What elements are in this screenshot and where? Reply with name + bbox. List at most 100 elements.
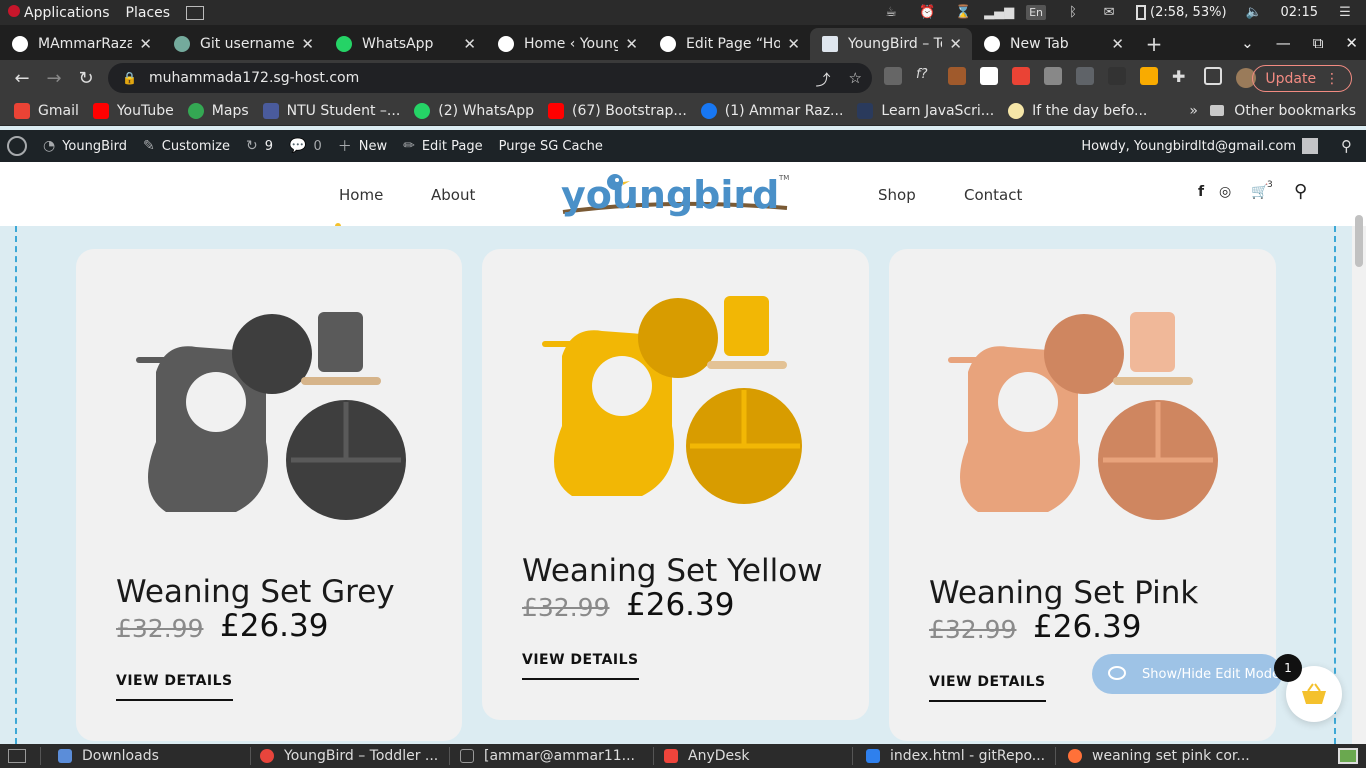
close-icon[interactable]: ✕ xyxy=(1111,35,1124,53)
tab-github[interactable]: MAmmarRaza/ ✕ xyxy=(0,28,162,60)
close-icon[interactable]: ✕ xyxy=(463,35,476,53)
user-menu-icon[interactable]: ☰ xyxy=(1336,5,1354,21)
task-terminal[interactable]: [ammar@ammar11... xyxy=(460,744,650,768)
window-close-icon[interactable]: ✕ xyxy=(1345,34,1358,52)
tab-git-username[interactable]: Git username/ ✕ xyxy=(162,28,324,60)
bookmarks-more-button[interactable]: » xyxy=(1189,103,1198,119)
wp-site-link[interactable]: ◔ YoungBird xyxy=(43,138,127,154)
language-indicator[interactable]: En xyxy=(1026,5,1047,20)
product-title[interactable]: Weaning Set Grey xyxy=(116,574,395,610)
wp-account-menu[interactable]: Howdy, Youngbirdltd@gmail.com xyxy=(1081,138,1318,154)
maximize-icon[interactable]: ⧉ xyxy=(1313,34,1324,52)
youngbird-logo[interactable]: youngbird TM xyxy=(557,168,793,222)
scrollbar-thumb[interactable] xyxy=(1355,215,1363,267)
bookmark-youtube[interactable]: YouTube xyxy=(92,102,174,119)
tab-new-tab[interactable]: New Tab ✕ xyxy=(972,28,1134,60)
close-icon[interactable]: ✕ xyxy=(625,35,638,53)
bluetooth-icon[interactable]: ᛒ xyxy=(1064,5,1082,21)
view-details-button[interactable]: VIEW DETAILS xyxy=(522,652,639,680)
other-bookmarks[interactable]: Other bookmarks xyxy=(1210,103,1356,119)
new-tab-button[interactable]: + xyxy=(1134,28,1174,60)
product-image-grey[interactable] xyxy=(126,302,416,524)
tab-search-icon[interactable]: ⌄ xyxy=(1241,34,1254,52)
bookmark-gmail[interactable]: Gmail xyxy=(14,102,79,119)
edit-mode-toggle[interactable]: Show/Hide Edit Mode xyxy=(1092,654,1282,694)
bookmark-maps[interactable]: Maps xyxy=(187,102,249,119)
extension-icon[interactable] xyxy=(948,67,966,85)
view-details-button[interactable]: VIEW DETAILS xyxy=(116,673,233,701)
facebook-icon[interactable]: f xyxy=(1198,184,1204,200)
volume-icon[interactable]: 🔈 xyxy=(1245,5,1263,21)
nav-shop[interactable]: Shop xyxy=(878,186,916,204)
tab-whatsapp[interactable]: WhatsApp ✕ xyxy=(324,28,486,60)
task-chrome[interactable]: YoungBird – Toddler ... xyxy=(260,744,446,768)
extension-icon[interactable] xyxy=(1076,67,1094,85)
timer-icon[interactable]: ⌛ xyxy=(954,5,972,21)
nav-contact[interactable]: Contact xyxy=(964,186,1022,204)
bookmark-if-the-day[interactable]: If the day befo... xyxy=(1008,102,1147,119)
task-firefox[interactable]: weaning set pink cor... xyxy=(1068,744,1258,768)
wp-customize-link[interactable]: ✎ Customize xyxy=(143,138,230,154)
sidepanel-icon[interactable] xyxy=(1204,67,1222,85)
extension-icon[interactable] xyxy=(980,67,998,85)
nav-about[interactable]: About xyxy=(431,186,475,204)
tab-home-young[interactable]: Home ‹ Young ✕ xyxy=(486,28,648,60)
task-anydesk[interactable]: AnyDesk xyxy=(664,744,850,768)
show-desktop-icon[interactable] xyxy=(8,749,26,763)
workspace-switcher-icon[interactable] xyxy=(1338,748,1358,764)
product-image-pink[interactable] xyxy=(938,302,1228,524)
bookmark-ntu[interactable]: NTU Student –... xyxy=(262,102,400,119)
product-title[interactable]: Weaning Set Yellow xyxy=(522,553,823,589)
battery-status[interactable]: (2:58, 53%) xyxy=(1136,5,1227,20)
nav-home[interactable]: Home xyxy=(339,186,383,204)
extension-icon[interactable] xyxy=(1108,67,1126,85)
extension-icon[interactable] xyxy=(1140,67,1158,85)
lock-icon[interactable]: 🔒 xyxy=(122,71,137,85)
cart-icon[interactable]: 🛒 xyxy=(1251,184,1268,200)
close-icon[interactable]: ✕ xyxy=(787,35,800,53)
extension-icon[interactable]: f? xyxy=(916,67,934,85)
scrollbar-track[interactable] xyxy=(1352,226,1366,744)
bookmark-whatsapp[interactable]: (2) WhatsApp xyxy=(414,102,534,119)
forward-icon[interactable]: → xyxy=(38,68,70,89)
extension-icon[interactable] xyxy=(1012,67,1030,85)
search-icon[interactable]: ⚲ xyxy=(1341,137,1352,155)
minimize-icon[interactable]: — xyxy=(1276,34,1291,52)
clock[interactable]: 02:15 xyxy=(1281,5,1318,20)
signal-icon[interactable]: ▂▄▆ xyxy=(984,5,1014,21)
wp-comments-link[interactable]: 💬 0 xyxy=(289,138,322,154)
wp-edit-page-link[interactable]: ✏ Edit Page xyxy=(403,138,483,154)
puzzle-icon[interactable]: ✚ xyxy=(1172,67,1190,86)
bookmark-bootstrap[interactable]: (67) Bootstrap... xyxy=(548,102,687,119)
wp-new-link[interactable]: ＋ New xyxy=(338,136,387,156)
close-icon[interactable]: ✕ xyxy=(949,35,962,53)
task-vscode[interactable]: index.html - gitRepo... xyxy=(866,744,1052,768)
close-icon[interactable]: ✕ xyxy=(139,35,152,53)
bookmark-star-icon[interactable]: ☆ xyxy=(849,69,862,90)
places-menu[interactable]: Places xyxy=(126,5,171,21)
close-icon[interactable]: ✕ xyxy=(301,35,314,53)
extension-icon[interactable] xyxy=(1044,67,1062,85)
coffee-icon[interactable]: ☕ xyxy=(882,5,900,21)
product-title[interactable]: Weaning Set Pink xyxy=(929,575,1198,611)
view-details-button[interactable]: VIEW DETAILS xyxy=(929,674,1046,702)
extension-icon[interactable] xyxy=(884,67,902,85)
instagram-icon[interactable]: ◎ xyxy=(1219,184,1231,200)
applications-menu[interactable]: Applications xyxy=(8,4,110,21)
update-button[interactable]: Update ⋮ xyxy=(1252,65,1352,92)
alarm-icon[interactable]: ⏰ xyxy=(918,5,936,21)
bookmark-facebook[interactable]: (1) Ammar Raz... xyxy=(700,102,843,119)
terminal-icon[interactable] xyxy=(186,5,205,20)
tab-edit-page[interactable]: Edit Page “Hor ✕ xyxy=(648,28,810,60)
product-image-yellow[interactable] xyxy=(532,286,822,508)
tab-youngbird[interactable]: YoungBird – To ✕ xyxy=(810,28,972,60)
url-text[interactable]: muhammada172.sg-host.com xyxy=(149,70,359,86)
wp-purge-cache-link[interactable]: Purge SG Cache xyxy=(499,139,603,154)
task-downloads[interactable]: Downloads xyxy=(58,744,248,768)
mail-icon[interactable]: ✉ xyxy=(1100,5,1118,21)
address-bar[interactable]: 🔒 muhammada172.sg-host.com ⤴ ☆ xyxy=(108,63,872,93)
search-icon[interactable]: ⚲ xyxy=(1294,181,1307,202)
wordpress-icon[interactable] xyxy=(7,136,27,156)
reload-icon[interactable]: ↻ xyxy=(70,68,102,89)
bookmark-javascript[interactable]: Learn JavaScri... xyxy=(857,102,994,119)
